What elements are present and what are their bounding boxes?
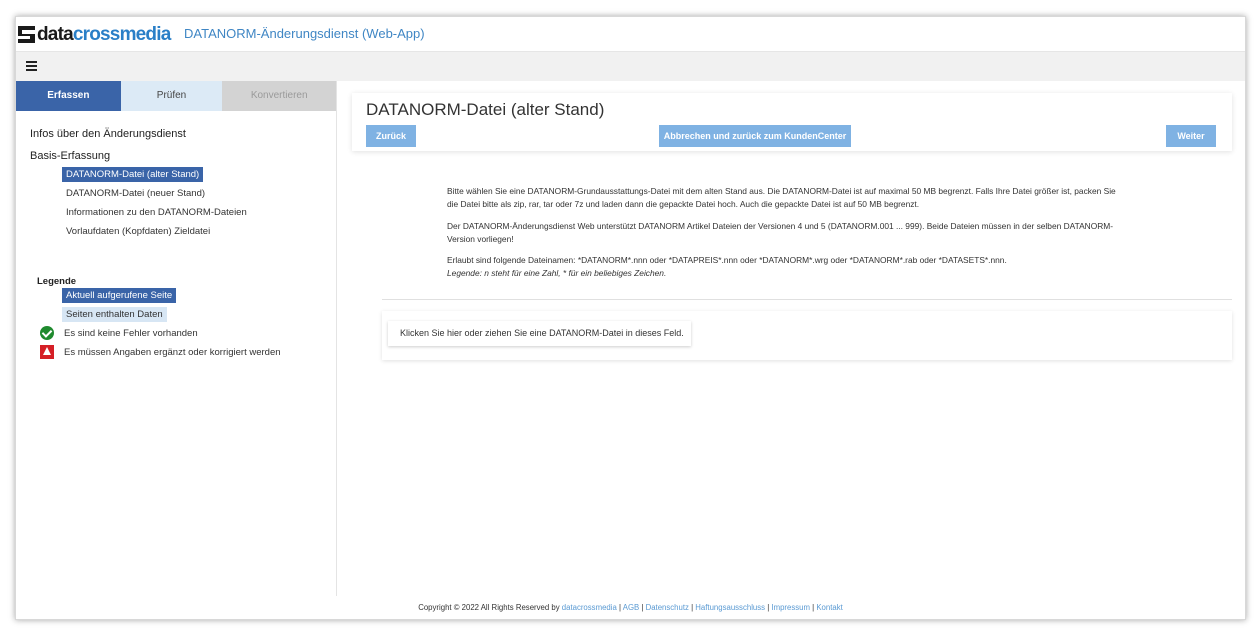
sidebar-item-informationen[interactable]: Informationen zu den DATANORM-Dateien [62, 205, 251, 220]
footer: Copyright © 2022 All Rights Reserved by … [16, 603, 1245, 612]
legend-current-page: Aktuell aufgerufene Seite [62, 288, 177, 303]
legend-note-text: Legende: n steht für eine Zahl, * für ei… [447, 267, 667, 278]
next-button[interactable]: Weiter [1166, 125, 1216, 147]
footer-link-impressum[interactable]: Impressum [771, 603, 810, 612]
header: datacrossmedia DATANORM-Änderungsdienst … [16, 17, 1245, 51]
description-para-1-line-1: Bitte wählen Sie eine DATANORM-Grundauss… [447, 186, 1116, 196]
footer-link-datenschutz[interactable]: Datenschutz [646, 603, 689, 612]
check-circle-icon [40, 326, 54, 340]
legend-no-errors-label: Es sind keine Fehler vorhanden [64, 327, 198, 339]
footer-link-company[interactable]: datacrossmedia [562, 603, 617, 612]
description-para-1: Bitte wählen Sie eine DATANORM-Grundauss… [447, 185, 1162, 210]
warning-icon [40, 345, 54, 359]
description-para-2-line-1: Der DATANORM-Änderungsdienst Web unterst… [447, 221, 1114, 231]
tab-erfassen[interactable]: Erfassen [16, 81, 121, 111]
copyright-text: Copyright © 2022 All Rights Reserved by [418, 603, 562, 612]
sidebar-item-alter-stand[interactable]: DATANORM-Datei (alter Stand) [62, 167, 204, 182]
sidebar-item-neuer-stand[interactable]: DATANORM-Datei (neuer Stand) [62, 186, 209, 201]
main-content: DATANORM-Datei (alter Stand) Zurück Abbr… [352, 81, 1246, 596]
app-title: DATANORM-Änderungsdienst (Web-App) [184, 26, 425, 41]
sidebar-section-basis[interactable]: Basis-Erfassung [30, 150, 110, 162]
logo-text: datacrossmedia [37, 25, 171, 44]
page-header-card: DATANORM-Datei (alter Stand) Zurück Abbr… [352, 93, 1232, 151]
footer-link-kontakt[interactable]: Kontakt [816, 603, 842, 612]
legend-has-data: Seiten enthalten Daten [62, 307, 167, 322]
description-para-3: Erlaubt sind folgende Dateinamen: *DATAN… [447, 254, 1162, 279]
legend-title: Legende [37, 276, 77, 287]
description-para-2-line-2: Version vorliegen! [447, 233, 514, 244]
description-para-2: Der DATANORM-Änderungsdienst Web unterst… [447, 220, 1162, 245]
cancel-button[interactable]: Abbrechen und zurück zum KundenCenter [659, 125, 851, 147]
logo-text-part1: data [37, 23, 74, 45]
menu-bar [16, 51, 1245, 81]
file-dropzone[interactable]: Klicken Sie hier oder ziehen Sie eine DA… [388, 321, 691, 346]
hamburger-icon[interactable] [26, 61, 37, 71]
legend-note: Legende: n steht für eine Zahl, * für ei… [447, 267, 1162, 280]
app-window: datacrossmedia DATANORM-Änderungsdienst … [15, 16, 1246, 620]
step-tabs: Erfassen Prüfen Konvertieren [16, 81, 336, 111]
tab-pruefen[interactable]: Prüfen [120, 81, 223, 111]
legend-needs-fix: Es müssen Angaben ergänzt oder korrigier… [40, 345, 281, 359]
page-title: DATANORM-Datei (alter Stand) [366, 100, 605, 119]
legend-current-chip: Aktuell aufgerufene Seite [62, 288, 177, 303]
footer-link-agb[interactable]: AGB [623, 603, 639, 612]
sidebar-section-infos[interactable]: Infos über den Änderungsdienst [30, 128, 186, 140]
brand-logo[interactable]: datacrossmedia [18, 23, 171, 45]
description-para-3-line-1: Erlaubt sind folgende Dateinamen: *DATAN… [447, 255, 1007, 265]
logo-icon [18, 25, 35, 43]
legend-no-errors: Es sind keine Fehler vorhanden [40, 326, 198, 340]
legend-needs-fix-label: Es müssen Angaben ergänzt oder korrigier… [64, 346, 281, 358]
upload-card: Klicken Sie hier oder ziehen Sie eine DA… [382, 311, 1232, 360]
sidebar-item-vorlaufdaten[interactable]: Vorlaufdaten (Kopfdaten) Zieldatei [62, 224, 214, 239]
footer-link-haftungsausschluss[interactable]: Haftungsausschluss [695, 603, 765, 612]
divider [382, 299, 1232, 300]
description-para-1-line-2: die Datei bitte als zip, rar, tar oder 7… [447, 198, 920, 209]
tab-konvertieren: Konvertieren [222, 81, 336, 111]
back-button[interactable]: Zurück [366, 125, 416, 147]
legend-data-chip: Seiten enthalten Daten [62, 307, 167, 322]
logo-text-part2: crossmedia [72, 23, 171, 45]
sidebar: Erfassen Prüfen Konvertieren Infos über … [16, 81, 337, 596]
